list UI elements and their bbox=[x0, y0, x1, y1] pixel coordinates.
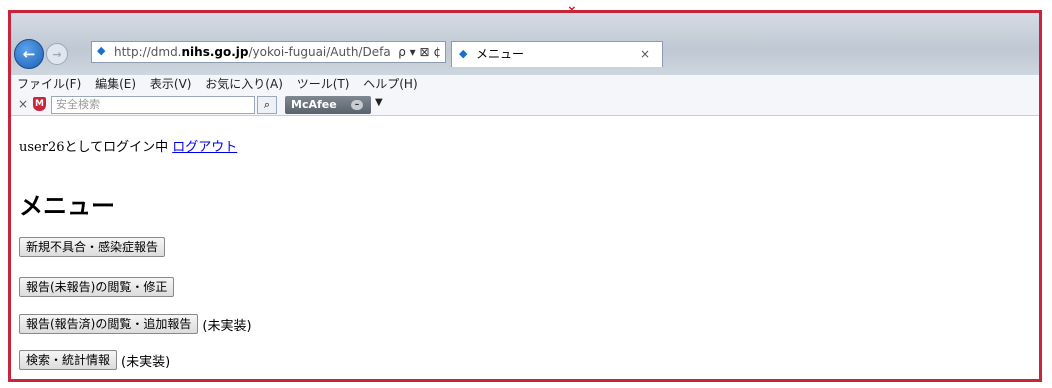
menu-bar: ファイル(F) 編集(E) 表示(V) お気に入り(A) ツール(T) ヘルプ(… bbox=[11, 75, 1039, 94]
forward-button[interactable]: → bbox=[46, 43, 68, 65]
address-tools-icon[interactable]: ρ ▾ ⊠ ¢ bbox=[398, 42, 441, 62]
menu-row: 検索・統計情報 (未実装) bbox=[19, 350, 170, 370]
site-icon: ◆ bbox=[459, 47, 468, 60]
page-title: メニュー bbox=[19, 192, 115, 220]
title-bar: ← → ◆ http://dmd.nihs.go.jp/yokoi-fuguai… bbox=[11, 13, 1039, 75]
search-icon[interactable]: ⌕ bbox=[257, 96, 277, 114]
search-stats-button[interactable]: 検索・統計情報 bbox=[19, 350, 118, 370]
address-domain: nihs.go.jp bbox=[181, 45, 249, 59]
unreported-view-button[interactable]: 報告(未報告)の閲覧・修正 bbox=[19, 277, 175, 297]
close-icon[interactable]: × bbox=[18, 97, 28, 111]
login-user-text: user26としてログイン中 bbox=[19, 140, 169, 155]
menu-tools[interactable]: ツール(T) bbox=[297, 77, 350, 91]
menu-view[interactable]: 表示(V) bbox=[150, 77, 192, 91]
logout-link[interactable]: ログアウト bbox=[172, 140, 237, 155]
browser-window: ← → ◆ http://dmd.nihs.go.jp/yokoi-fuguai… bbox=[8, 10, 1042, 382]
tab-title: メニュー bbox=[476, 47, 525, 61]
address-domain-prefix: http://dmd. bbox=[114, 45, 182, 59]
not-implemented-note: (未実装) bbox=[121, 354, 171, 370]
back-button[interactable]: ← bbox=[14, 39, 44, 69]
mcafee-label: McAfee bbox=[291, 98, 337, 111]
login-status: user26としてログイン中 ログアウト bbox=[19, 136, 237, 155]
menu-edit[interactable]: 編集(E) bbox=[95, 77, 136, 91]
address-path: /yokoi-fuguai/Auth/Defa bbox=[248, 45, 391, 59]
menu-row: 新規不具合・感染症報告 bbox=[19, 237, 166, 257]
address-bar[interactable]: ◆ http://dmd.nihs.go.jp/yokoi-fuguai/Aut… bbox=[91, 41, 446, 63]
toggle-icon: – bbox=[351, 100, 363, 110]
menu-favorites[interactable]: お気に入り(A) bbox=[205, 77, 283, 91]
menu-row: 報告(未報告)の閲覧・修正 bbox=[19, 277, 175, 297]
chevron-down-icon[interactable]: ▼ bbox=[375, 97, 383, 108]
toolbar: × M 安全検索 ⌕ McAfee – ▼ bbox=[11, 94, 1039, 116]
new-report-button[interactable]: 新規不具合・感染症報告 bbox=[19, 237, 166, 257]
tab-menu[interactable]: ◆ メニュー × bbox=[451, 41, 663, 67]
page-content: user26としてログイン中 ログアウト bbox=[19, 136, 237, 155]
safe-search-input[interactable]: 安全検索 bbox=[51, 96, 255, 114]
mcafee-shield-icon: M bbox=[33, 97, 46, 111]
menu-row: 報告(報告済)の閲覧・追加報告 (未実装) bbox=[19, 314, 252, 334]
mcafee-button[interactable]: McAfee – bbox=[285, 96, 371, 114]
menu-file[interactable]: ファイル(F) bbox=[17, 77, 81, 91]
menu-help[interactable]: ヘルプ(H) bbox=[363, 77, 417, 91]
close-icon[interactable]: × bbox=[640, 42, 650, 66]
site-icon: ◆ bbox=[97, 44, 106, 57]
reported-view-button[interactable]: 報告(報告済)の閲覧・追加報告 bbox=[19, 314, 199, 334]
not-implemented-note: (未実装) bbox=[202, 318, 252, 334]
